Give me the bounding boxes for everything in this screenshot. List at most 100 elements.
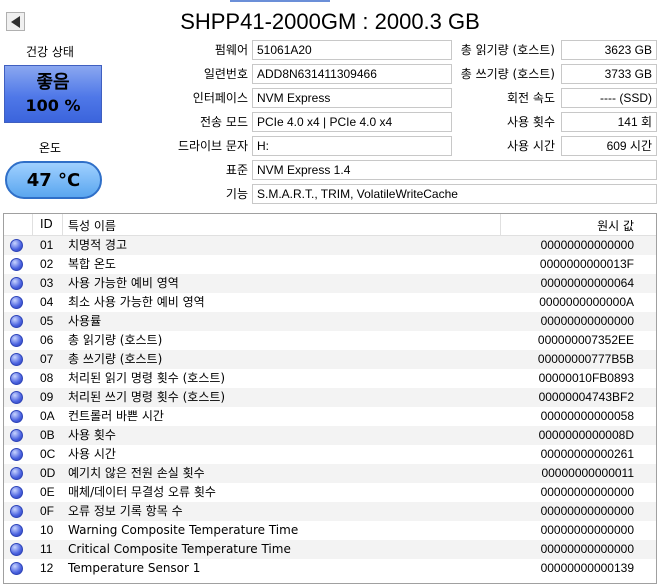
attribute-raw-value: 00000004743BF2	[538, 390, 634, 404]
features-value: S.M.A.R.T., TRIM, VolatileWriteCache	[252, 184, 657, 204]
table-row[interactable]: 0D 예기치 않은 전원 손실 횟수 00000000000011	[4, 464, 656, 483]
attribute-raw-value: 00000000000000	[540, 485, 634, 499]
table-row[interactable]: 04 최소 사용 가능한 예비 영역 0000000000000A	[4, 293, 656, 312]
attribute-name: 총 쓰기량 (호스트)	[68, 352, 163, 366]
smart-attributes-table[interactable]: ID 특성 이름 원시 값 01 치명적 경고 00000000000000 02 복합…	[3, 213, 657, 584]
column-header-name[interactable]: 특성 이름	[68, 217, 116, 234]
attribute-id: 06	[40, 333, 54, 347]
table-row[interactable]: 08 처리된 읽기 명령 횟수 (호스트) 00000010FB0893	[4, 369, 656, 388]
table-row[interactable]: 0B 사용 횟수 0000000000008D	[4, 426, 656, 445]
health-status-text: 좋음	[36, 72, 70, 93]
attribute-id: 0A	[40, 409, 55, 423]
attribute-name: Critical Composite Temperature Time	[68, 542, 291, 556]
host-reads-value: 3623 GB	[561, 40, 657, 60]
table-row[interactable]: 0E 매체/데이터 무결성 오류 횟수 00000000000000	[4, 483, 656, 502]
attribute-name: 복합 온도	[68, 257, 116, 271]
attribute-raw-value: 00000000000064	[540, 276, 634, 290]
table-row[interactable]: 0F 오류 정보 기록 항목 수 00000000000000	[4, 502, 656, 521]
attribute-id: 08	[40, 371, 54, 385]
table-row[interactable]: 09 처리된 쓰기 명령 횟수 (호스트) 00000004743BF2	[4, 388, 656, 407]
attribute-id: 09	[40, 390, 54, 404]
attribute-name: 매체/데이터 무결성 오류 횟수	[68, 485, 216, 499]
attribute-raw-value: 00000010FB0893	[538, 371, 634, 385]
temperature-box[interactable]: 47 °C	[5, 161, 102, 199]
table-body: 01 치명적 경고 00000000000000 02 복합 온도 00000000000…	[4, 236, 656, 578]
table-row[interactable]: 01 치명적 경고 00000000000000	[4, 236, 656, 255]
table-row[interactable]: 10 Warning Composite Temperature Time 0000…	[4, 521, 656, 540]
rotation-label: 회전 속도	[507, 91, 555, 105]
attribute-id: 05	[40, 314, 54, 328]
attribute-id: 0C	[40, 447, 56, 461]
attribute-raw-value: 00000000000000	[540, 523, 634, 537]
table-row[interactable]: 06 총 읽기량 (호스트) 000000007352EE	[4, 331, 656, 350]
attribute-raw-value: 000000007352EE	[537, 333, 634, 347]
table-row[interactable]: 02 복합 온도 0000000000013F	[4, 255, 656, 274]
table-header: ID 특성 이름 원시 값	[4, 214, 656, 236]
host-reads-label: 총 읽기량 (호스트)	[460, 43, 555, 57]
health-label: 건강 상태	[26, 45, 74, 59]
attribute-raw-value: 00000000000000	[540, 238, 634, 252]
interface-label: 인터페이스	[192, 91, 248, 105]
attribute-name: 치명적 경고	[68, 238, 128, 252]
status-dot-icon	[10, 562, 23, 575]
attribute-raw-value: 00000000000000	[540, 542, 634, 556]
attribute-name: Temperature Sensor 1	[68, 561, 201, 575]
temperature-label: 온도	[38, 141, 62, 155]
attribute-name: 오류 정보 기록 항목 수	[68, 504, 183, 518]
attribute-id: 07	[40, 352, 54, 366]
table-row[interactable]: 05 사용률 00000000000000	[4, 312, 656, 331]
attribute-name: 처리된 읽기 명령 횟수 (호스트)	[68, 371, 226, 385]
standard-value: NVM Express 1.4	[252, 160, 657, 180]
status-dot-icon	[10, 372, 23, 385]
host-writes-value: 3733 GB	[561, 64, 657, 84]
status-dot-icon	[10, 505, 23, 518]
attribute-raw-value: 0000000000000A	[539, 295, 634, 309]
table-row[interactable]: 0A 컨트롤러 바쁜 시간 00000000000058	[4, 407, 656, 426]
attribute-raw-value: 00000000000058	[540, 409, 634, 423]
status-dot-icon	[10, 334, 23, 347]
status-dot-icon	[10, 410, 23, 423]
column-header-id[interactable]: ID	[40, 217, 53, 231]
column-divider	[62, 214, 63, 236]
serial-label: 일련번호	[203, 67, 248, 81]
attribute-id: 04	[40, 295, 54, 309]
attribute-name: 총 읽기량 (호스트)	[68, 333, 163, 347]
status-dot-icon	[10, 239, 23, 252]
status-dot-icon	[10, 277, 23, 290]
status-dot-icon	[10, 448, 23, 461]
table-row[interactable]: 11 Critical Composite Temperature Time 000…	[4, 540, 656, 559]
column-divider	[32, 214, 33, 236]
status-dot-icon	[10, 258, 23, 271]
attribute-id: 0F	[40, 504, 55, 518]
attribute-raw-value: 00000000000011	[541, 466, 634, 480]
table-row[interactable]: 12 Temperature Sensor 1 00000000000139	[4, 559, 656, 578]
power-count-label: 사용 횟수	[507, 115, 555, 129]
table-row[interactable]: 03 사용 가능한 예비 영역 00000000000064	[4, 274, 656, 293]
top-accent-line	[230, 0, 330, 2]
status-dot-icon	[10, 353, 23, 366]
attribute-id: 12	[40, 561, 54, 575]
attribute-id: 10	[40, 523, 54, 537]
column-header-raw[interactable]: 원시 값	[597, 217, 634, 234]
attribute-name: 처리된 쓰기 명령 횟수 (호스트)	[68, 390, 226, 404]
attribute-id: 01	[40, 238, 54, 252]
table-row[interactable]: 07 총 쓰기량 (호스트) 00000000777B5B	[4, 350, 656, 369]
health-status-box[interactable]: 좋음 100 %	[4, 65, 102, 123]
attribute-id: 02	[40, 257, 54, 271]
attribute-raw-value: 00000000777B5B	[537, 352, 634, 366]
standard-label: 표준	[225, 163, 248, 177]
attribute-id: 0B	[40, 428, 55, 442]
attribute-raw-value: 00000000000261	[540, 447, 634, 461]
health-percent: 100 %	[25, 96, 81, 115]
host-writes-label: 총 쓰기량 (호스트)	[460, 67, 555, 81]
status-dot-icon	[10, 543, 23, 556]
attribute-id: 0D	[40, 466, 56, 480]
status-dot-icon	[10, 467, 23, 480]
column-divider	[500, 214, 501, 236]
attribute-id: 11	[40, 542, 53, 556]
attribute-id: 0E	[40, 485, 55, 499]
status-dot-icon	[10, 315, 23, 328]
status-dot-icon	[10, 296, 23, 309]
table-row[interactable]: 0C 사용 시간 00000000000261	[4, 445, 656, 464]
drive-title: SHPP41-2000GM : 2000.3 GB	[180, 9, 480, 34]
